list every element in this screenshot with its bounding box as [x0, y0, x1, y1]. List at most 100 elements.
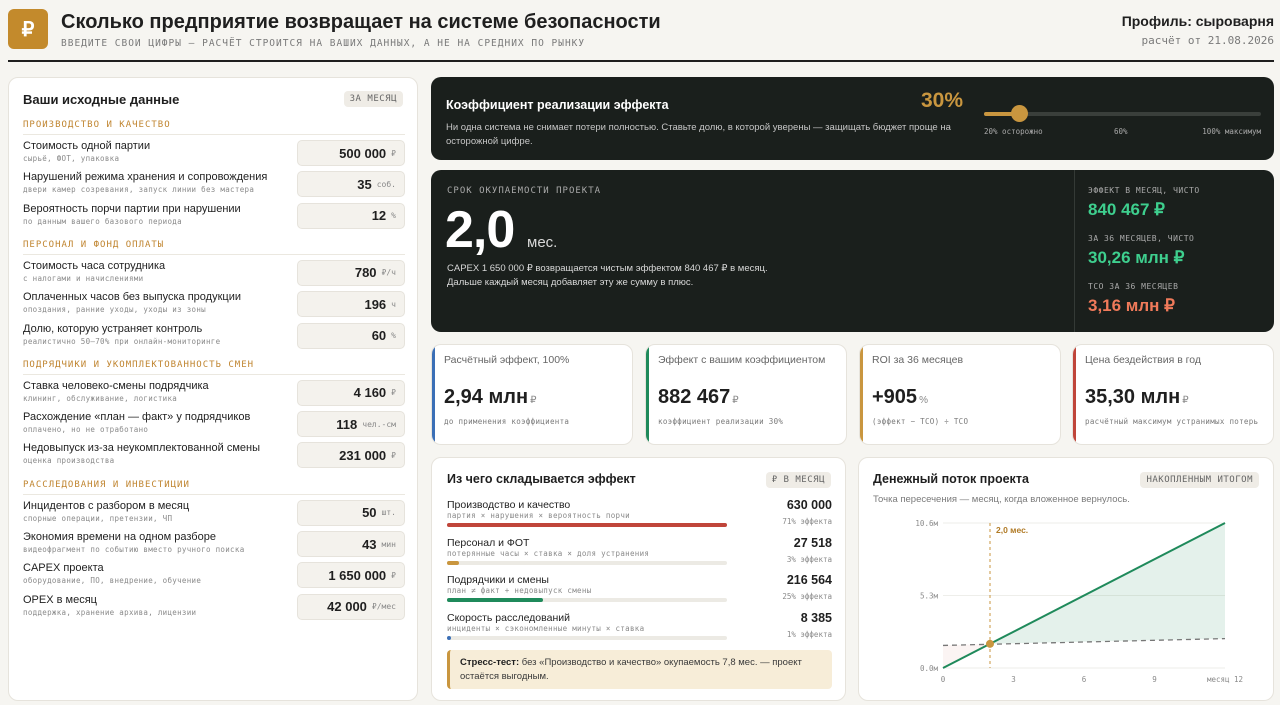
breakdown-item-formula: партия × нарушения × вероятность порчи: [447, 511, 630, 520]
input-field[interactable]: 60%: [297, 322, 405, 349]
kpi-accent: [646, 345, 649, 444]
section-label: ПОДРЯДЧИКИ И УКОМПЛЕКТОВАННОСТЬ СМЕН: [23, 360, 405, 375]
input-value: 43: [362, 536, 377, 552]
input-value: 60: [371, 328, 387, 343]
input-label: Ставка человеко-смены подрядчика: [23, 379, 209, 392]
stress-test-note: Стресс-тест: без «Производство и качеств…: [447, 650, 832, 689]
kpi-value: 2,94 млн ₽: [444, 386, 537, 408]
input-hint: по данным вашего базового периода: [23, 216, 182, 226]
monthly-effect-label: ЭФФЕКТ В МЕСЯЦ, ЧИСТО: [1088, 186, 1200, 195]
input-field[interactable]: 43 мин: [297, 531, 405, 557]
input-hint: оплачено, но не отработано: [23, 425, 149, 435]
coefficient-description: Ни одна система не снимает потери полнос…: [446, 122, 951, 147]
kpi-accent: [432, 345, 435, 444]
ruble-logo-icon: ₽: [8, 9, 48, 49]
slider-thumb[interactable]: [1010, 105, 1028, 122]
input-field[interactable]: 50 шт.: [297, 499, 405, 526]
input-field[interactable]: 196 ч: [297, 291, 405, 318]
breakdown-item-bar: [447, 523, 727, 527]
input-hint: двери камер созревания, запуск линии без…: [23, 185, 255, 195]
breakdown-item: Подрядчики и смены план ≠ факт + недовыпу…: [447, 573, 832, 610]
breakdown-item-share: 3% эффекта: [786, 554, 832, 564]
kpi-card-estimated: Расчётный эффект, 100% 2,94 млн ₽ до прим…: [431, 344, 633, 445]
input-field[interactable]: 1 650 000 ₽: [297, 562, 405, 589]
coefficient-title: Коэффициент реализации эффекта: [446, 98, 669, 112]
input-label: Стоимость одной партии: [23, 140, 151, 152]
breakdown-item: Скорость расследований инциденты × сэконо…: [447, 610, 832, 648]
input-value: 780: [354, 265, 377, 281]
input-value: 35: [357, 176, 372, 192]
input-value: 118: [336, 416, 358, 432]
section-label: РАССЛЕДОВАНИЯ И ИНВЕСТИЦИИ: [23, 480, 405, 495]
input-field[interactable]: 42 000 ₽/мес: [297, 593, 405, 620]
input-value: 196: [364, 296, 387, 312]
coefficient-slider[interactable]: [984, 105, 1261, 122]
cashflow-chart: 0.0м 5.3м 10.6м 0 3 6 9 месяц 12 2,0 мес.: [915, 519, 1243, 684]
input-unit: %: [391, 331, 396, 340]
section-label: ПРОИЗВОДСТВО И КАЧЕСТВО: [23, 120, 405, 135]
breakdown-item: Производство и качество партия × нарушени…: [447, 498, 832, 535]
page-header: ₽ Сколько предприятие возвращает на сист…: [8, 8, 1274, 62]
tco-label: TCO ЗА 36 МЕСЯЦЕВ: [1088, 282, 1179, 291]
breakdown-item-value: 8 385: [800, 610, 832, 625]
input-field[interactable]: 500 000 ₽: [297, 140, 405, 166]
input-label: Стоимость часа сотрудника: [23, 259, 166, 272]
tco-value: 3,16 млн ₽: [1088, 296, 1175, 315]
kpi-hint: расчётный максимум устранимых потерь: [1085, 417, 1259, 426]
input-label: Нарушений режима хранения и сопровождени…: [23, 171, 268, 184]
input-label: Недовыпуск из-за неукомплектованной смен…: [23, 442, 260, 455]
input-field[interactable]: 4 160 ₽: [297, 379, 405, 406]
cashflow-subtitle: Точка пересечения — месяц, когда вложенн…: [873, 494, 1130, 505]
input-unit: ₽/ч: [381, 268, 396, 278]
x-tick-label: 6: [1082, 675, 1087, 684]
kpi-card-roi: ROI за 36 месяцев +905% (эффект − TCO) ÷…: [859, 344, 1061, 445]
profile-label[interactable]: Профиль: сыроварня: [1122, 13, 1274, 29]
section-label: ПЕРСОНАЛ И ФОНД ОПЛАТЫ: [23, 240, 405, 255]
breakdown-item: Персонал и ФОТ потерянные часы × ставка ×…: [447, 536, 832, 573]
input-unit: ₽: [391, 148, 396, 158]
input-value: 231 000: [339, 447, 387, 463]
input-row: Расхождение «план — факт» у подрядчиков о…: [23, 411, 405, 438]
input-field[interactable]: 780 ₽/ч: [297, 259, 405, 286]
input-label: Оплаченных часов без выпуска продукции: [23, 291, 241, 304]
coefficient-card: Коэффициент реализации эффекта 30% Ни од…: [431, 77, 1274, 160]
input-unit: шт.: [381, 508, 396, 518]
payback-description: CAPEX 1 650 000 ₽ возвращается чистым эф…: [447, 263, 768, 288]
kpi-card-adjusted: Эффект с вашим коэффициентом 882 467 ₽ ко…: [645, 344, 847, 445]
breakdown-item-name: Производство и качество: [447, 499, 571, 511]
input-hint: опоздания, ранние уходы, уходы из зоны: [23, 305, 206, 315]
payback-value: 2,0: [445, 201, 515, 259]
input-value: 50: [362, 505, 377, 521]
input-value: 4 160: [353, 385, 387, 401]
cashflow-mode-toggle[interactable]: НАКОПЛЕННЫМ ИТОГОМ: [1140, 472, 1259, 488]
y-tick-label: 0.0м: [920, 664, 939, 673]
tick-max: 100% максимум: [1202, 127, 1261, 136]
kpi-value: +905%: [872, 386, 928, 408]
x-tick-label: месяц 12: [1207, 675, 1243, 684]
breakdown-item-track: [447, 598, 727, 602]
kpi-label: ROI за 36 месяцев: [872, 354, 964, 366]
input-unit: соб.: [376, 179, 396, 189]
page-title: Сколько предприятие возвращает на систем…: [61, 11, 661, 33]
input-field[interactable]: 118 чел.-см: [297, 411, 405, 438]
payback-summary: ЭФФЕКТ В МЕСЯЦ, ЧИСТО 840 467 ₽ ЗА 36 МЕ…: [1074, 170, 1274, 332]
breakdown-item-name: Подрядчики и смены: [447, 574, 549, 586]
kpi-hint: до применения коэффициента: [444, 417, 570, 426]
input-field[interactable]: 231 000 ₽: [297, 442, 405, 469]
x-tick-label: 9: [1152, 675, 1157, 684]
breakdown-item-share: 25% эффекта: [782, 592, 832, 601]
input-row: Долю, которую устраняет контроль реалисти…: [23, 322, 405, 350]
input-field[interactable]: 35 соб.: [297, 171, 405, 198]
input-label: Расхождение «план — факт» у подрядчиков: [23, 411, 251, 424]
cashflow-card: Денежный поток проекта НАКОПЛЕННЫМ ИТОГО…: [858, 457, 1274, 701]
input-field[interactable]: 12%: [297, 202, 405, 229]
input-row: Стоимость часа сотрудника с налогами и на…: [23, 259, 405, 287]
input-hint: с налогами и начислениями: [23, 273, 144, 283]
input-label: OPEX в месяц: [23, 593, 97, 606]
input-row: Вероятность порчи партии при нарушении по…: [23, 202, 405, 230]
monthly-effect-value: 840 467 ₽: [1088, 200, 1165, 219]
breakdown-badge: ₽ В МЕСЯЦ: [765, 472, 831, 488]
kpi-label: Эффект с вашим коэффициентом: [658, 354, 826, 366]
breakdown-item-bar: [447, 560, 460, 565]
effect-breakdown-card: Из чего складывается эффект ₽ В МЕСЯЦ Пр…: [431, 457, 846, 701]
